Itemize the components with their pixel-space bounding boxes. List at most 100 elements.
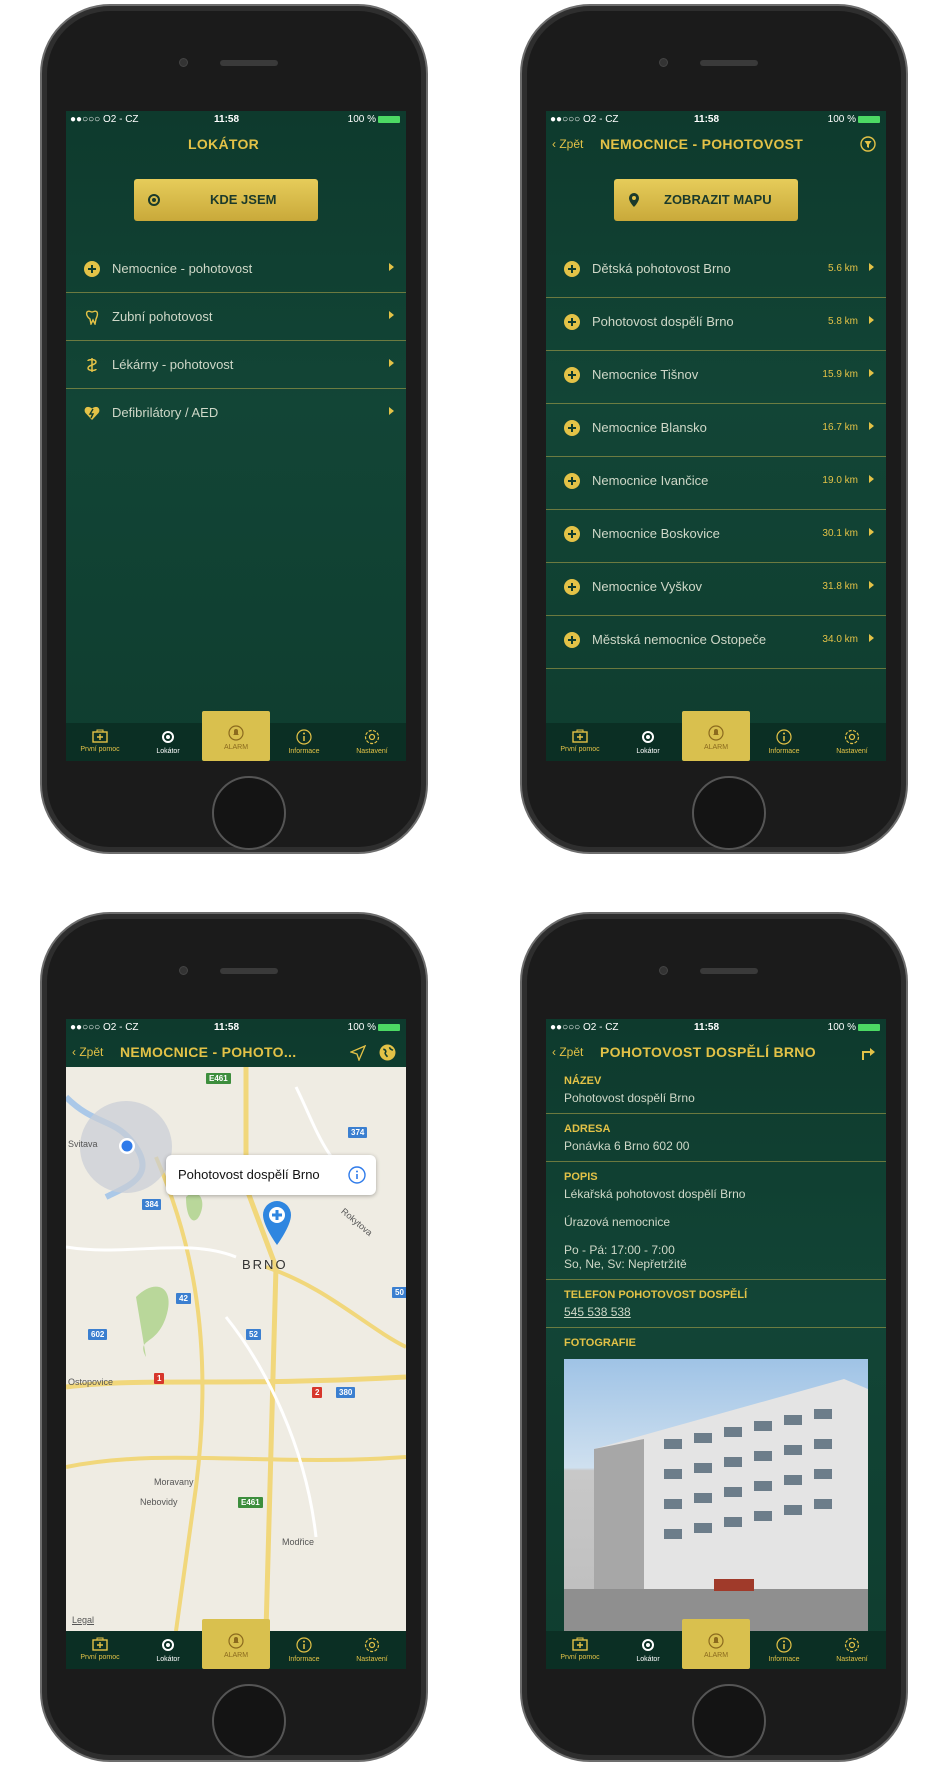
map-label: Modřice [282, 1537, 315, 1547]
info-icon [296, 1637, 312, 1653]
tab-settings[interactable]: Nastavení [338, 1631, 406, 1669]
directions-icon[interactable] [860, 1043, 876, 1061]
filter-icon[interactable] [860, 136, 876, 152]
description-line: Lékařská pohotovost dospělí Brno [564, 1187, 746, 1201]
plus-circle-icon [564, 367, 580, 383]
chevron-right-icon [869, 263, 874, 271]
crosshair-icon [162, 1639, 174, 1651]
road-shield: E461 [206, 1073, 231, 1084]
info-icon [776, 1637, 792, 1653]
tab-info[interactable]: Informace [750, 723, 818, 761]
list-item[interactable]: Městská nemocnice Ostopeče 34.0 km [546, 616, 886, 669]
tab-settings[interactable]: Nastavení [818, 1631, 886, 1669]
home-button[interactable] [212, 1684, 286, 1758]
list-item-label: Nemocnice - pohotovost [112, 261, 253, 276]
tab-first-aid[interactable]: První pomoc [66, 1631, 134, 1669]
map-view[interactable]: Svitava BRNO Ostopovice Moravany Nebovid… [66, 1067, 406, 1631]
crosshair-icon [148, 194, 160, 206]
tab-locator[interactable]: Lokátor [134, 723, 202, 761]
phone-link[interactable]: 545 538 538 [564, 1305, 631, 1319]
crosshair-icon [642, 731, 654, 743]
chevron-right-icon [389, 263, 394, 271]
tab-locator[interactable]: Lokátor [614, 1631, 682, 1669]
info-icon[interactable] [348, 1166, 366, 1184]
tooth-icon [85, 310, 99, 325]
battery-indicator: 100 % [828, 114, 880, 125]
distance-label: 5.8 km [827, 316, 858, 327]
tab-info[interactable]: Informace [270, 1631, 338, 1669]
tab-bar: První pomoc Lokátor ALARM Informace Nast… [546, 1619, 886, 1669]
back-button[interactable]: ‹ Zpět [72, 1045, 103, 1059]
opening-hours: So, Ne, Sv: Nepřetržitě [564, 1257, 687, 1271]
gear-icon [844, 729, 860, 745]
tab-label: Nastavení [356, 1656, 388, 1663]
tab-alarm[interactable]: ALARM [682, 711, 750, 761]
address-label: ADRESA [564, 1123, 611, 1135]
list-item[interactable]: Zubní pohotovost [66, 293, 406, 341]
list-item-label: Defibrilátory / AED [112, 405, 219, 420]
tab-first-aid[interactable]: První pomoc [546, 1631, 614, 1669]
show-map-button[interactable]: ZOBRAZIT MAPU [614, 179, 798, 221]
map-callout[interactable]: Pohotovost dospělí Brno [166, 1155, 376, 1195]
status-bar: ●●○○○ O2 - CZ 11:58 100 % [546, 111, 886, 129]
list-item[interactable]: Nemocnice Boskovice 30.1 km [546, 510, 886, 563]
page-title: POHOTOVOST DOSPĚLÍ BRNO [600, 1044, 816, 1060]
hospital-pin-icon[interactable] [262, 1201, 292, 1245]
location-arrow-icon[interactable] [350, 1045, 366, 1061]
list-item[interactable]: Pohotovost dospělí Brno 5.8 km [546, 298, 886, 351]
home-button[interactable] [692, 1684, 766, 1758]
back-button[interactable]: ‹ Zpět [552, 1045, 583, 1059]
road-shield: E461 [238, 1497, 263, 1508]
chevron-right-icon [869, 634, 874, 642]
plus-circle-icon [564, 579, 580, 595]
tab-info[interactable]: Informace [270, 723, 338, 761]
back-label: Zpět [559, 137, 584, 151]
home-button[interactable] [212, 776, 286, 850]
globe-icon[interactable] [379, 1044, 396, 1061]
list-item[interactable]: Dětská pohotovost Brno 5.6 km [546, 245, 886, 298]
tab-alarm[interactable]: ALARM [682, 1619, 750, 1669]
tab-first-aid[interactable]: První pomoc [546, 723, 614, 761]
tab-label: Nastavení [836, 748, 868, 755]
tab-info[interactable]: Informace [750, 1631, 818, 1669]
list-item[interactable]: Nemocnice Blansko 16.7 km [546, 404, 886, 457]
crosshair-icon [162, 731, 174, 743]
tab-alarm[interactable]: ALARM [202, 711, 270, 761]
list-item[interactable]: Nemocnice Vyškov 31.8 km [546, 563, 886, 616]
tab-settings[interactable]: Nastavení [338, 723, 406, 761]
tab-locator[interactable]: Lokátor [614, 723, 682, 761]
where-am-i-button[interactable]: KDE JSEM [134, 179, 318, 221]
list-item[interactable]: Nemocnice Ivančice 19.0 km [546, 457, 886, 510]
carrier-label: ●●○○○ O2 - CZ [550, 1022, 619, 1033]
back-button[interactable]: ‹ Zpět [552, 137, 583, 151]
tab-bar: První pomoc Lokátor ALARM Informace Nast… [66, 711, 406, 761]
phone-frame-detail: ●●○○○ O2 - CZ 11:58 100 % ‹ Zpět POHOTOV… [520, 912, 908, 1762]
crosshair-icon [642, 1639, 654, 1651]
tab-settings[interactable]: Nastavení [818, 723, 886, 761]
battery-percent: 100 % [347, 114, 376, 125]
distance-label: 19.0 km [822, 475, 858, 486]
list-item-label: Městská nemocnice Ostopeče [592, 632, 767, 647]
plus-circle-icon [564, 473, 580, 489]
plus-circle-icon [564, 420, 580, 436]
tab-first-aid[interactable]: První pomoc [66, 723, 134, 761]
list-item-label: Nemocnice Vyškov [592, 579, 703, 594]
legal-link[interactable]: Legal [72, 1615, 94, 1625]
battery-icon [858, 1023, 880, 1031]
list-item[interactable]: Nemocnice - pohotovost [66, 245, 406, 293]
list-item[interactable]: Lékárny - pohotovost [66, 341, 406, 389]
tab-alarm[interactable]: ALARM [202, 1619, 270, 1669]
tab-locator[interactable]: Lokátor [134, 1631, 202, 1669]
list-item[interactable]: Defibrilátory / AED [66, 389, 406, 437]
home-button[interactable] [692, 776, 766, 850]
tab-label: První pomoc [80, 746, 120, 753]
list-item[interactable]: Nemocnice Tišnov 15.9 km [546, 351, 886, 404]
info-icon [776, 729, 792, 745]
chevron-right-icon [389, 359, 394, 367]
map-label-city: BRNO [242, 1257, 288, 1272]
plus-circle-icon [564, 632, 580, 648]
road-shield: 380 [336, 1387, 356, 1398]
info-icon [296, 729, 312, 745]
plus-circle-icon [84, 261, 100, 277]
carrier-label: ●●○○○ O2 - CZ [70, 1022, 139, 1033]
